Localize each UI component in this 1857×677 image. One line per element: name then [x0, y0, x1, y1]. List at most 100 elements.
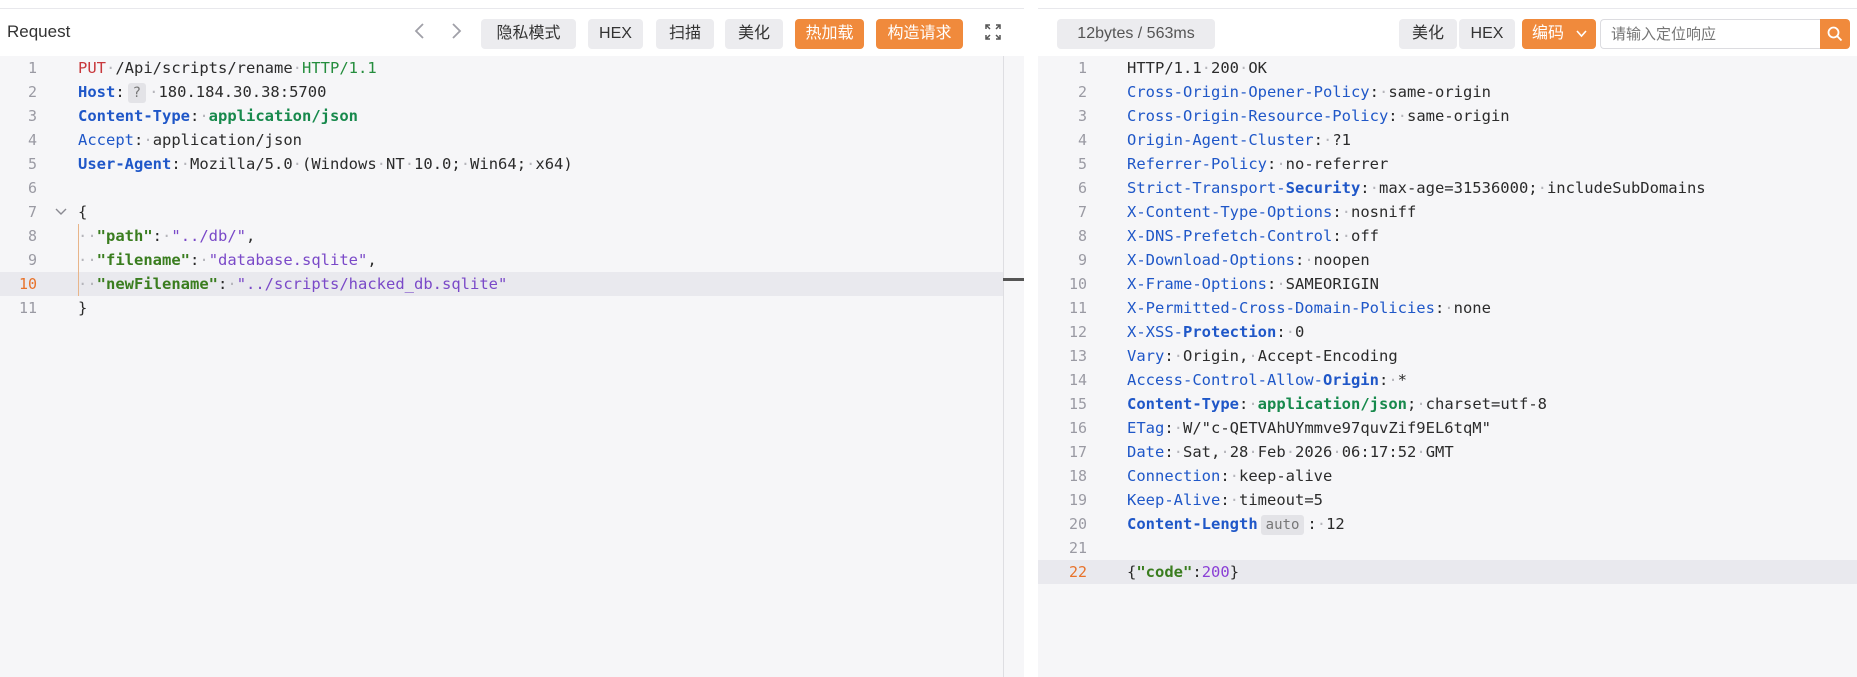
- code-token: :: [1164, 419, 1174, 437]
- code-line[interactable]: 22 {"code":200}: [1038, 560, 1857, 584]
- code-line[interactable]: 17 Date:·Sat,·28·Feb·2026·06:17:52·GMT: [1038, 440, 1857, 464]
- code-text: Date:·Sat,·28·Feb·2026·06:17:52·GMT: [1127, 440, 1454, 464]
- code-line[interactable]: 13 Vary:·Origin,·Accept-Encoding: [1038, 344, 1857, 368]
- code-line[interactable]: 8 ··"path":·"../db/",: [0, 224, 1003, 248]
- code-line[interactable]: 20 Content-Length auto:·12: [1038, 512, 1857, 536]
- code-line[interactable]: 6: [0, 176, 1003, 200]
- code-token: ·: [1416, 395, 1426, 413]
- search-button[interactable]: [1820, 19, 1850, 49]
- code-token: ·: [1220, 443, 1230, 461]
- code-token: none: [1453, 299, 1491, 317]
- code-line[interactable]: 11 X-Permitted-Cross-Domain-Policies:·non…: [1038, 296, 1857, 320]
- inline-hint-badge: auto: [1260, 515, 1305, 535]
- code-line[interactable]: 10 X-Frame-Options:·SAMEORIGIN: [1038, 272, 1857, 296]
- code-text: Referrer-Policy:·no-referrer: [1127, 152, 1388, 176]
- code-line[interactable]: 1 PUT·/Api/scripts/rename·HTTP/1.1: [0, 56, 1003, 80]
- code-line[interactable]: 18 Connection:·keep-alive: [1038, 464, 1857, 488]
- code-line[interactable]: 4 Origin-Agent-Cluster:·?1: [1038, 128, 1857, 152]
- code-token: ·: [1316, 515, 1327, 533]
- code-token: 200: [1211, 59, 1239, 77]
- chevron-left-icon[interactable]: [407, 19, 433, 49]
- response-editor[interactable]: 1 HTTP/1.1·200·OK 2 Cross-Origin-Opener-Pol…: [1038, 56, 1857, 677]
- code-line[interactable]: 19 Keep-Alive:·timeout=5: [1038, 488, 1857, 512]
- code-line[interactable]: 3 Cross-Origin-Resource-Policy:·same-orig…: [1038, 104, 1857, 128]
- code-token: HTTP/1.1: [1127, 59, 1202, 77]
- code-line[interactable]: 9 ··"filename":·"database.sqlite",: [0, 248, 1003, 272]
- request-scrollbar-track[interactable]: [1003, 56, 1004, 677]
- line-number: 14: [1068, 371, 1087, 389]
- code-text: }: [78, 296, 87, 320]
- chevron-right-icon[interactable]: [443, 19, 469, 49]
- code-line[interactable]: 6 Strict-Transport-Security:·max-age=3153…: [1038, 176, 1857, 200]
- code-token: ·: [1332, 443, 1342, 461]
- request-title: Request: [7, 22, 71, 41]
- code-line[interactable]: 9 X-Download-Options:·noopen: [1038, 248, 1857, 272]
- code-text: Cross-Origin-Resource-Policy:·same-origi…: [1127, 104, 1510, 128]
- code-token: Content-Type: [78, 107, 190, 125]
- hex-button[interactable]: HEX: [588, 19, 643, 49]
- locate-response-input[interactable]: [1600, 19, 1820, 49]
- encode-dropdown[interactable]: 编码: [1522, 19, 1596, 49]
- code-text: Cross-Origin-Opener-Policy:·same-origin: [1127, 80, 1491, 104]
- code-token: :: [1220, 491, 1230, 509]
- code-token: ··: [78, 275, 97, 293]
- code-token: X-Download-Options: [1127, 251, 1295, 269]
- code-line[interactable]: 16 ETag:·W/"c-QETVAhUYmmve97quvZif9EL6tqM…: [1038, 416, 1857, 440]
- request-toolbar: Request 隐私模式 HEX 扫描 美化 热加载 构造请求: [0, 8, 1024, 57]
- request-scrollbar-thumb[interactable]: [1003, 278, 1024, 281]
- code-token: :: [1369, 83, 1379, 101]
- line-number: 6: [27, 179, 37, 197]
- line-number: 12: [1068, 323, 1087, 341]
- code-line[interactable]: 12 X-XSS-Protection:·0: [1038, 320, 1857, 344]
- code-token: ·: [1229, 467, 1240, 485]
- code-token: Origin,: [1183, 347, 1249, 365]
- code-token: OK: [1248, 59, 1268, 77]
- code-token: :: [1388, 107, 1398, 125]
- code-token: ;: [1406, 395, 1417, 413]
- code-line[interactable]: 2 Cross-Origin-Opener-Policy:·same-origin: [1038, 80, 1857, 104]
- code-line[interactable]: 14 Access-Control-Allow-Origin:·*: [1038, 368, 1857, 392]
- code-line[interactable]: 21: [1038, 536, 1857, 560]
- code-token: :: [1378, 371, 1389, 389]
- line-number: 9: [27, 251, 37, 269]
- code-line[interactable]: 7 X-Content-Type-Options:·nosniff: [1038, 200, 1857, 224]
- build-request-button[interactable]: 构造请求: [876, 19, 963, 49]
- inline-hint-badge: ?: [127, 83, 147, 103]
- code-token: PUT: [78, 59, 106, 77]
- code-line[interactable]: 3 Content-Type:·application/json: [0, 104, 1003, 128]
- code-line[interactable]: 10 ··"newFilename":·"../scripts/hacked_db…: [0, 272, 1003, 296]
- code-line[interactable]: 5 User-Agent:·Mozilla/5.0·(Windows·NT·10.…: [0, 152, 1003, 176]
- scan-button[interactable]: 扫描: [656, 19, 714, 49]
- code-token: 200: [1201, 563, 1230, 581]
- hot-load-button[interactable]: 热加载: [795, 19, 864, 49]
- code-line[interactable]: 11}: [0, 296, 1003, 320]
- code-token: :: [1220, 467, 1230, 485]
- code-line[interactable]: 5 Referrer-Policy:·no-referrer: [1038, 152, 1857, 176]
- beautify-button[interactable]: 美化: [725, 19, 783, 49]
- incognito-mode-button[interactable]: 隐私模式: [481, 19, 576, 49]
- code-token: Accept-Encoding: [1257, 347, 1398, 365]
- code-line[interactable]: 8 X-DNS-Prefetch-Control:·off: [1038, 224, 1857, 248]
- code-token: same-origin: [1388, 83, 1491, 101]
- code-text: Accept:·application/json: [78, 128, 302, 152]
- code-line[interactable]: 4 Accept:·application/json: [0, 128, 1003, 152]
- code-token: ·: [1285, 323, 1296, 341]
- code-token: :: [171, 155, 181, 173]
- code-token: "newFilename": [96, 275, 218, 293]
- code-line[interactable]: 2 Host:? ·180.184.30.38:5700: [0, 80, 1003, 104]
- code-token: ·: [1341, 227, 1351, 245]
- code-token: "code": [1136, 563, 1193, 581]
- code-token: "database.sqlite": [208, 251, 368, 269]
- code-line[interactable]: 1 HTTP/1.1·200·OK: [1038, 56, 1857, 80]
- response-beautify-button[interactable]: 美化: [1399, 19, 1457, 49]
- code-token: application/json: [152, 131, 302, 149]
- code-token: :: [1332, 203, 1342, 221]
- fullscreen-icon[interactable]: [980, 19, 1006, 49]
- request-editor[interactable]: 1 PUT·/Api/scripts/rename·HTTP/1.1 2 Host:?…: [0, 56, 1024, 677]
- code-line[interactable]: 7{: [0, 200, 1003, 224]
- response-hex-button[interactable]: HEX: [1459, 19, 1515, 49]
- code-token: Protection: [1183, 323, 1277, 341]
- code-text: ··"path":·"../db/",: [78, 224, 255, 248]
- code-line[interactable]: 15 Content-Type:·application/json;·charse…: [1038, 392, 1857, 416]
- line-number: 5: [27, 155, 37, 173]
